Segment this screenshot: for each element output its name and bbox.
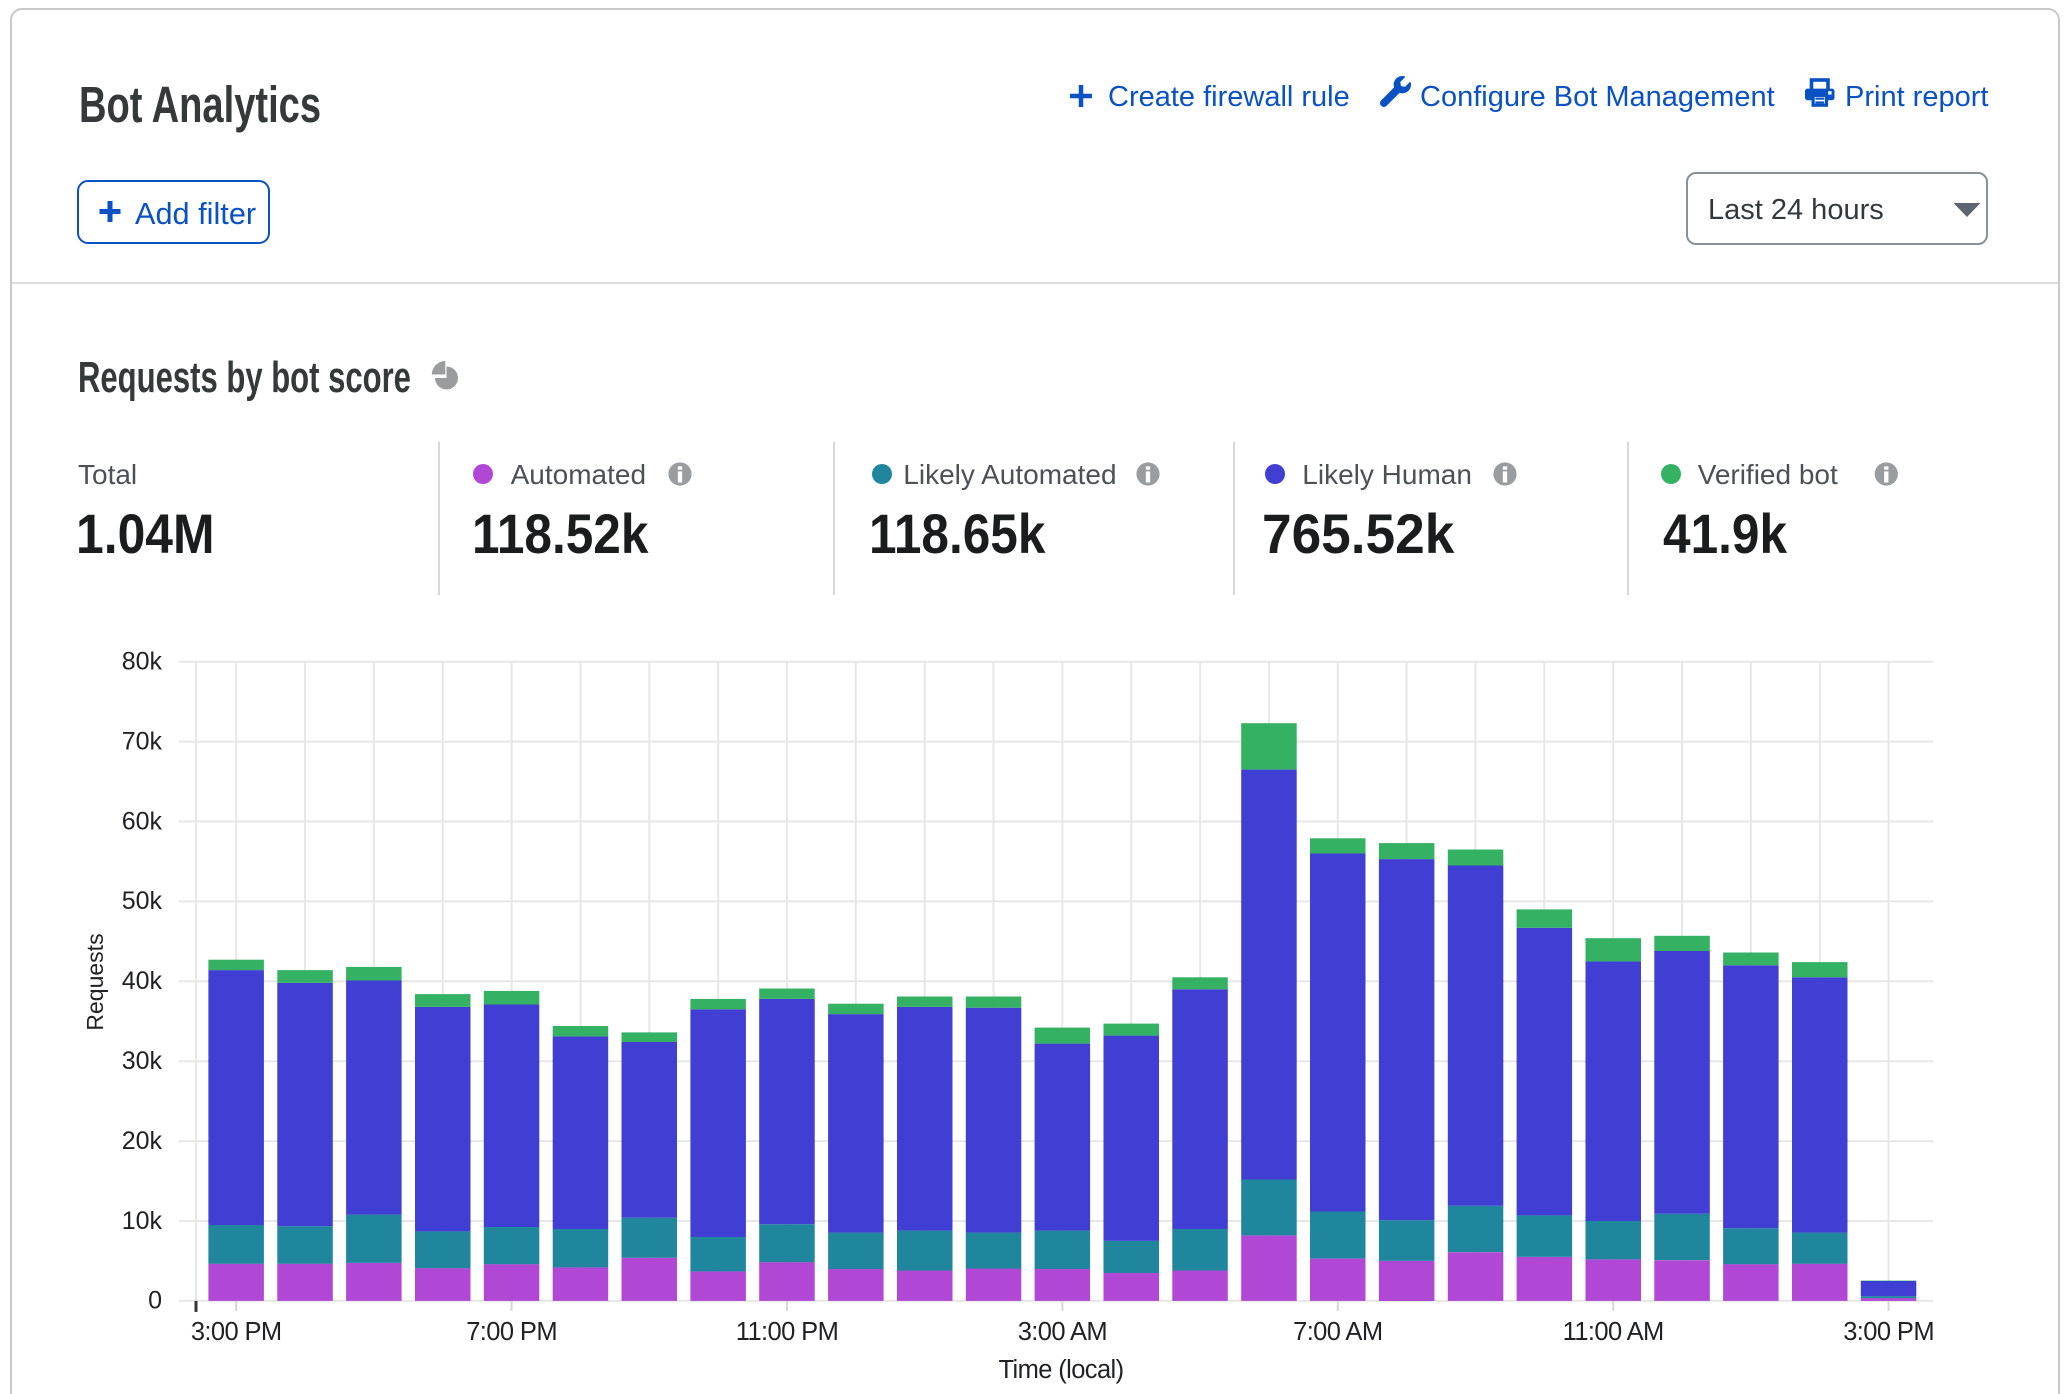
- svg-text:70k: 70k: [122, 727, 163, 755]
- svg-text:40k: 40k: [122, 967, 163, 995]
- svg-text:Requests: Requests: [82, 933, 108, 1030]
- svg-text:Time (local): Time (local): [998, 1356, 1123, 1384]
- svg-text:60k: 60k: [122, 807, 163, 835]
- svg-text:11:00 AM: 11:00 AM: [1563, 1318, 1664, 1346]
- svg-text:7:00 AM: 7:00 AM: [1293, 1318, 1382, 1346]
- svg-text:11:00 PM: 11:00 PM: [736, 1318, 838, 1346]
- svg-text:3:00 PM: 3:00 PM: [1843, 1318, 1934, 1346]
- svg-text:30k: 30k: [122, 1047, 163, 1075]
- svg-text:80k: 80k: [122, 648, 163, 676]
- svg-text:10k: 10k: [122, 1207, 163, 1235]
- svg-text:20k: 20k: [122, 1127, 163, 1155]
- svg-text:3:00 AM: 3:00 AM: [1018, 1318, 1107, 1346]
- svg-text:50k: 50k: [122, 887, 163, 915]
- svg-text:7:00 PM: 7:00 PM: [466, 1318, 557, 1346]
- svg-text:0: 0: [148, 1287, 162, 1315]
- svg-text:3:00 PM: 3:00 PM: [191, 1318, 282, 1346]
